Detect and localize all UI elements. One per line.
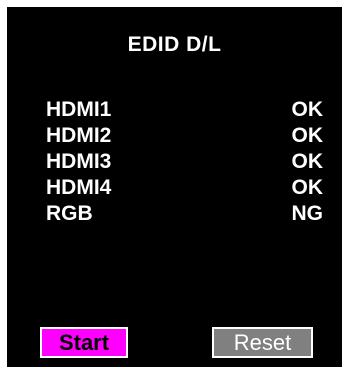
port-status: OK: [291, 124, 324, 147]
port-status: OK: [291, 150, 324, 173]
port-row-hdmi3: HDMI3 OK: [46, 149, 323, 175]
edid-download-screen: EDID D/L HDMI1 OK HDMI2 OK HDMI3 OK HDMI…: [7, 7, 342, 367]
port-row-rgb: RGB NG: [46, 201, 323, 227]
port-label: HDMI1: [46, 98, 112, 121]
port-label: HDMI2: [46, 124, 112, 147]
port-status-list: HDMI1 OK HDMI2 OK HDMI3 OK HDMI4 OK RGB …: [46, 97, 323, 227]
port-status: OK: [291, 176, 324, 199]
reset-button[interactable]: Reset: [212, 327, 313, 358]
port-status: OK: [291, 98, 324, 121]
port-label: RGB: [46, 202, 93, 225]
port-status: NG: [291, 202, 324, 225]
port-row-hdmi2: HDMI2 OK: [46, 123, 323, 149]
screen-title: EDID D/L: [127, 33, 222, 56]
port-row-hdmi1: HDMI1 OK: [46, 97, 323, 123]
port-row-hdmi4: HDMI4 OK: [46, 175, 323, 201]
start-button[interactable]: Start: [40, 327, 128, 358]
port-label: HDMI4: [46, 176, 112, 199]
port-label: HDMI3: [46, 150, 112, 173]
